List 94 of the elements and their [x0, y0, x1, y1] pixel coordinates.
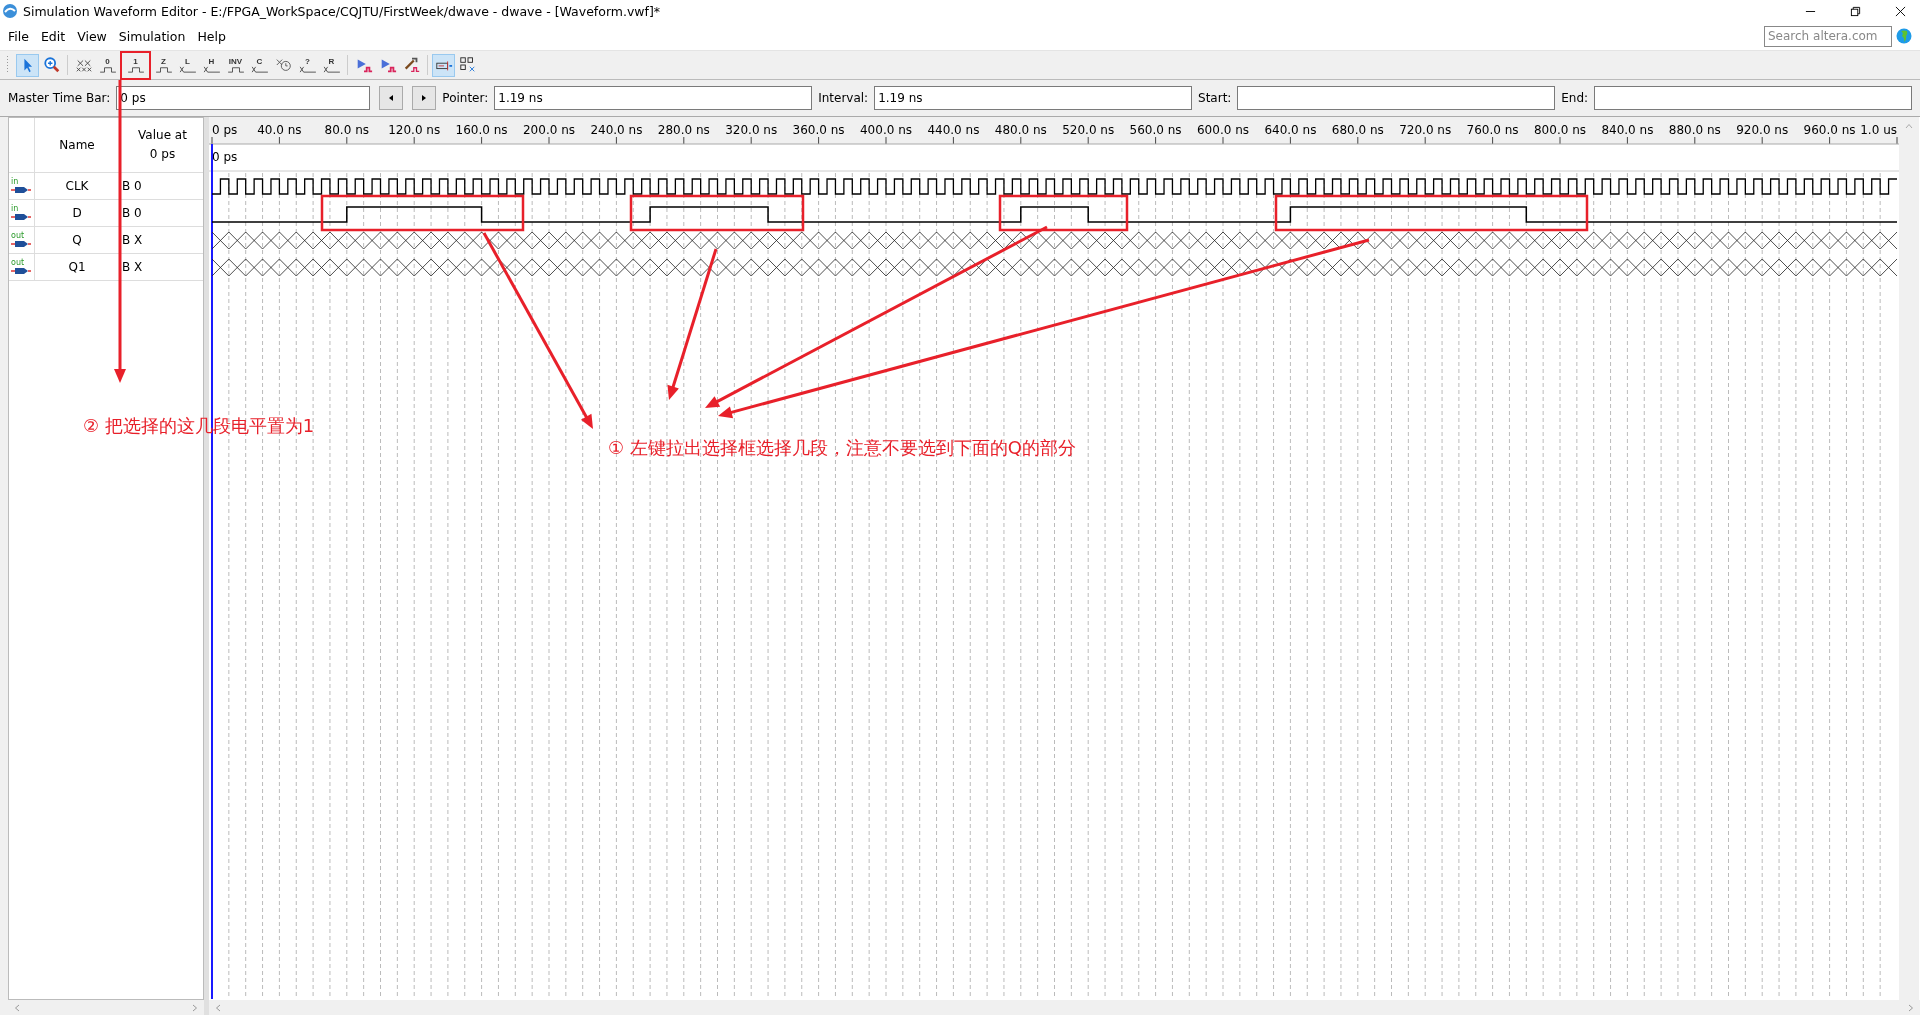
- end-field[interactable]: [1594, 86, 1912, 110]
- tick-label: 360.0 ns: [792, 123, 845, 137]
- tick-label: 440.0 ns: [927, 123, 980, 137]
- tick-label: 240.0 ns: [590, 123, 643, 137]
- bus-icon: [178, 66, 197, 73]
- signal-name: CLK: [65, 179, 89, 193]
- bus-tool-button[interactable]: L: [176, 53, 199, 77]
- tick-label: 200.0 ns: [523, 123, 575, 137]
- vertical-scrollbar[interactable]: [1899, 117, 1919, 1000]
- grid-icon: [458, 56, 477, 74]
- level-tool-button[interactable]: Z: [152, 53, 175, 77]
- next-button[interactable]: [412, 86, 437, 110]
- column-header: Value at 0 ps: [137, 127, 188, 163]
- left-triangle-icon: [387, 94, 396, 102]
- signal-name: D: [72, 206, 82, 220]
- tick-label: 720.0 ns: [1399, 123, 1452, 137]
- menu-item[interactable]: Edit: [40, 28, 74, 44]
- horizontal-scrollbar[interactable]: [8, 1000, 204, 1015]
- highlight-box: [120, 50, 151, 80]
- field-label: Interval:: [818, 91, 869, 105]
- tick-label: 0 ps: [212, 123, 238, 137]
- start-field[interactable]: [1237, 86, 1556, 110]
- tick-label: 800.0 ns: [1534, 123, 1586, 137]
- signal-value: B X: [122, 233, 143, 247]
- close-icon[interactable]: [1895, 5, 1906, 17]
- tick-label: 600.0 ns: [1197, 123, 1249, 137]
- pointer-tool-button[interactable]: [16, 53, 39, 77]
- tick-label: 920.0 ns: [1736, 123, 1789, 137]
- tick-label: 160.0 ns: [455, 123, 508, 137]
- hammer-icon: [402, 56, 421, 74]
- bus-tool-button[interactable]: H: [200, 53, 223, 77]
- scroll-right-icon[interactable]: [192, 1003, 198, 1012]
- search-field[interactable]: Search altera.com: [1764, 25, 1892, 47]
- bus-icon: [202, 66, 221, 73]
- step-icon: [154, 66, 173, 73]
- window-title: Simulation Waveform Editor - E:/FPGA_WorkSpace/CQJTU/FirstWeek/dwave - dwave - [Waveform.vwf]*: [23, 3, 661, 19]
- tick-label: 40.0 ns: [257, 123, 302, 137]
- bus-icon: [322, 66, 341, 73]
- step-icon: [98, 66, 117, 73]
- zoom-icon: [42, 56, 61, 74]
- bus-icon: [250, 66, 269, 73]
- tick-label: 120.0 ns: [388, 123, 441, 137]
- tick-label: 960.0 ns: [1803, 123, 1856, 137]
- level-tool-button[interactable]: 0: [96, 53, 119, 77]
- cursor-label: 0 ps: [212, 150, 238, 164]
- scroll-left-icon[interactable]: [215, 1003, 221, 1012]
- pointer-field[interactable]: 1.19 ns: [494, 86, 813, 110]
- signal-name: Q: [72, 233, 82, 247]
- snap-tool-button[interactable]: [432, 53, 455, 77]
- bus-tool-button[interactable]: R: [320, 53, 343, 77]
- tick-label: 80.0 ns: [324, 123, 369, 137]
- tick-label: 880.0 ns: [1668, 123, 1721, 137]
- step-icon: [226, 66, 245, 73]
- tick-label: 480.0 ns: [994, 123, 1047, 137]
- annotation-text: ① 左键拉出选择框选择几段，注意不要选到下面的Q的部分: [608, 436, 1077, 460]
- tick-label: 840.0 ns: [1601, 123, 1654, 137]
- tick-label: 680.0 ns: [1331, 123, 1384, 137]
- tick-label: 400.0 ns: [860, 123, 912, 137]
- bus-tool-button[interactable]: ?: [296, 53, 319, 77]
- clock-icon: [274, 56, 293, 74]
- tick-label: 520.0 ns: [1062, 123, 1115, 137]
- signal-name: Q1: [68, 260, 86, 274]
- bus-tool-button[interactable]: C: [248, 53, 271, 77]
- tick-label: 560.0 ns: [1129, 123, 1182, 137]
- menu-item[interactable]: File: [8, 28, 37, 44]
- field-label: Master Time Bar:: [8, 91, 111, 105]
- column-header: Name: [59, 138, 95, 152]
- signal-value: B X: [122, 260, 143, 274]
- field-label: End:: [1561, 91, 1589, 105]
- field-label: Start:: [1198, 91, 1232, 105]
- previous-button[interactable]: [379, 86, 404, 110]
- menu-item[interactable]: Help: [197, 28, 234, 44]
- step-icon: [126, 66, 145, 73]
- scroll-right-icon[interactable]: [1908, 1003, 1914, 1012]
- bus-icon: [298, 66, 317, 73]
- signal-value: B 0: [122, 179, 142, 193]
- restore-icon[interactable]: [1850, 5, 1861, 17]
- tick-label: 320.0 ns: [725, 123, 778, 137]
- field-label: Pointer:: [442, 91, 489, 105]
- master-time-field[interactable]: 0 ps: [116, 86, 371, 110]
- globe-icon[interactable]: [1896, 28, 1912, 44]
- scroll-left-icon[interactable]: [14, 1003, 20, 1012]
- tick-label: 640.0 ns: [1264, 123, 1317, 137]
- tick-label: 1.0 us: [1860, 123, 1897, 137]
- level-tool-button[interactable]: 1: [124, 53, 147, 77]
- signal-value: B 0: [122, 206, 142, 220]
- tick-label: 280.0 ns: [657, 123, 710, 137]
- level-tool-button[interactable]: INV: [224, 53, 247, 77]
- scroll-up-icon[interactable]: [1905, 123, 1913, 129]
- interval-field[interactable]: 1.19 ns: [874, 86, 1193, 110]
- horizontal-scrollbar[interactable]: [209, 1000, 1920, 1015]
- menu-item[interactable]: Simulation: [118, 28, 194, 44]
- tick-label: 760.0 ns: [1466, 123, 1519, 137]
- menu-item[interactable]: View: [77, 28, 115, 44]
